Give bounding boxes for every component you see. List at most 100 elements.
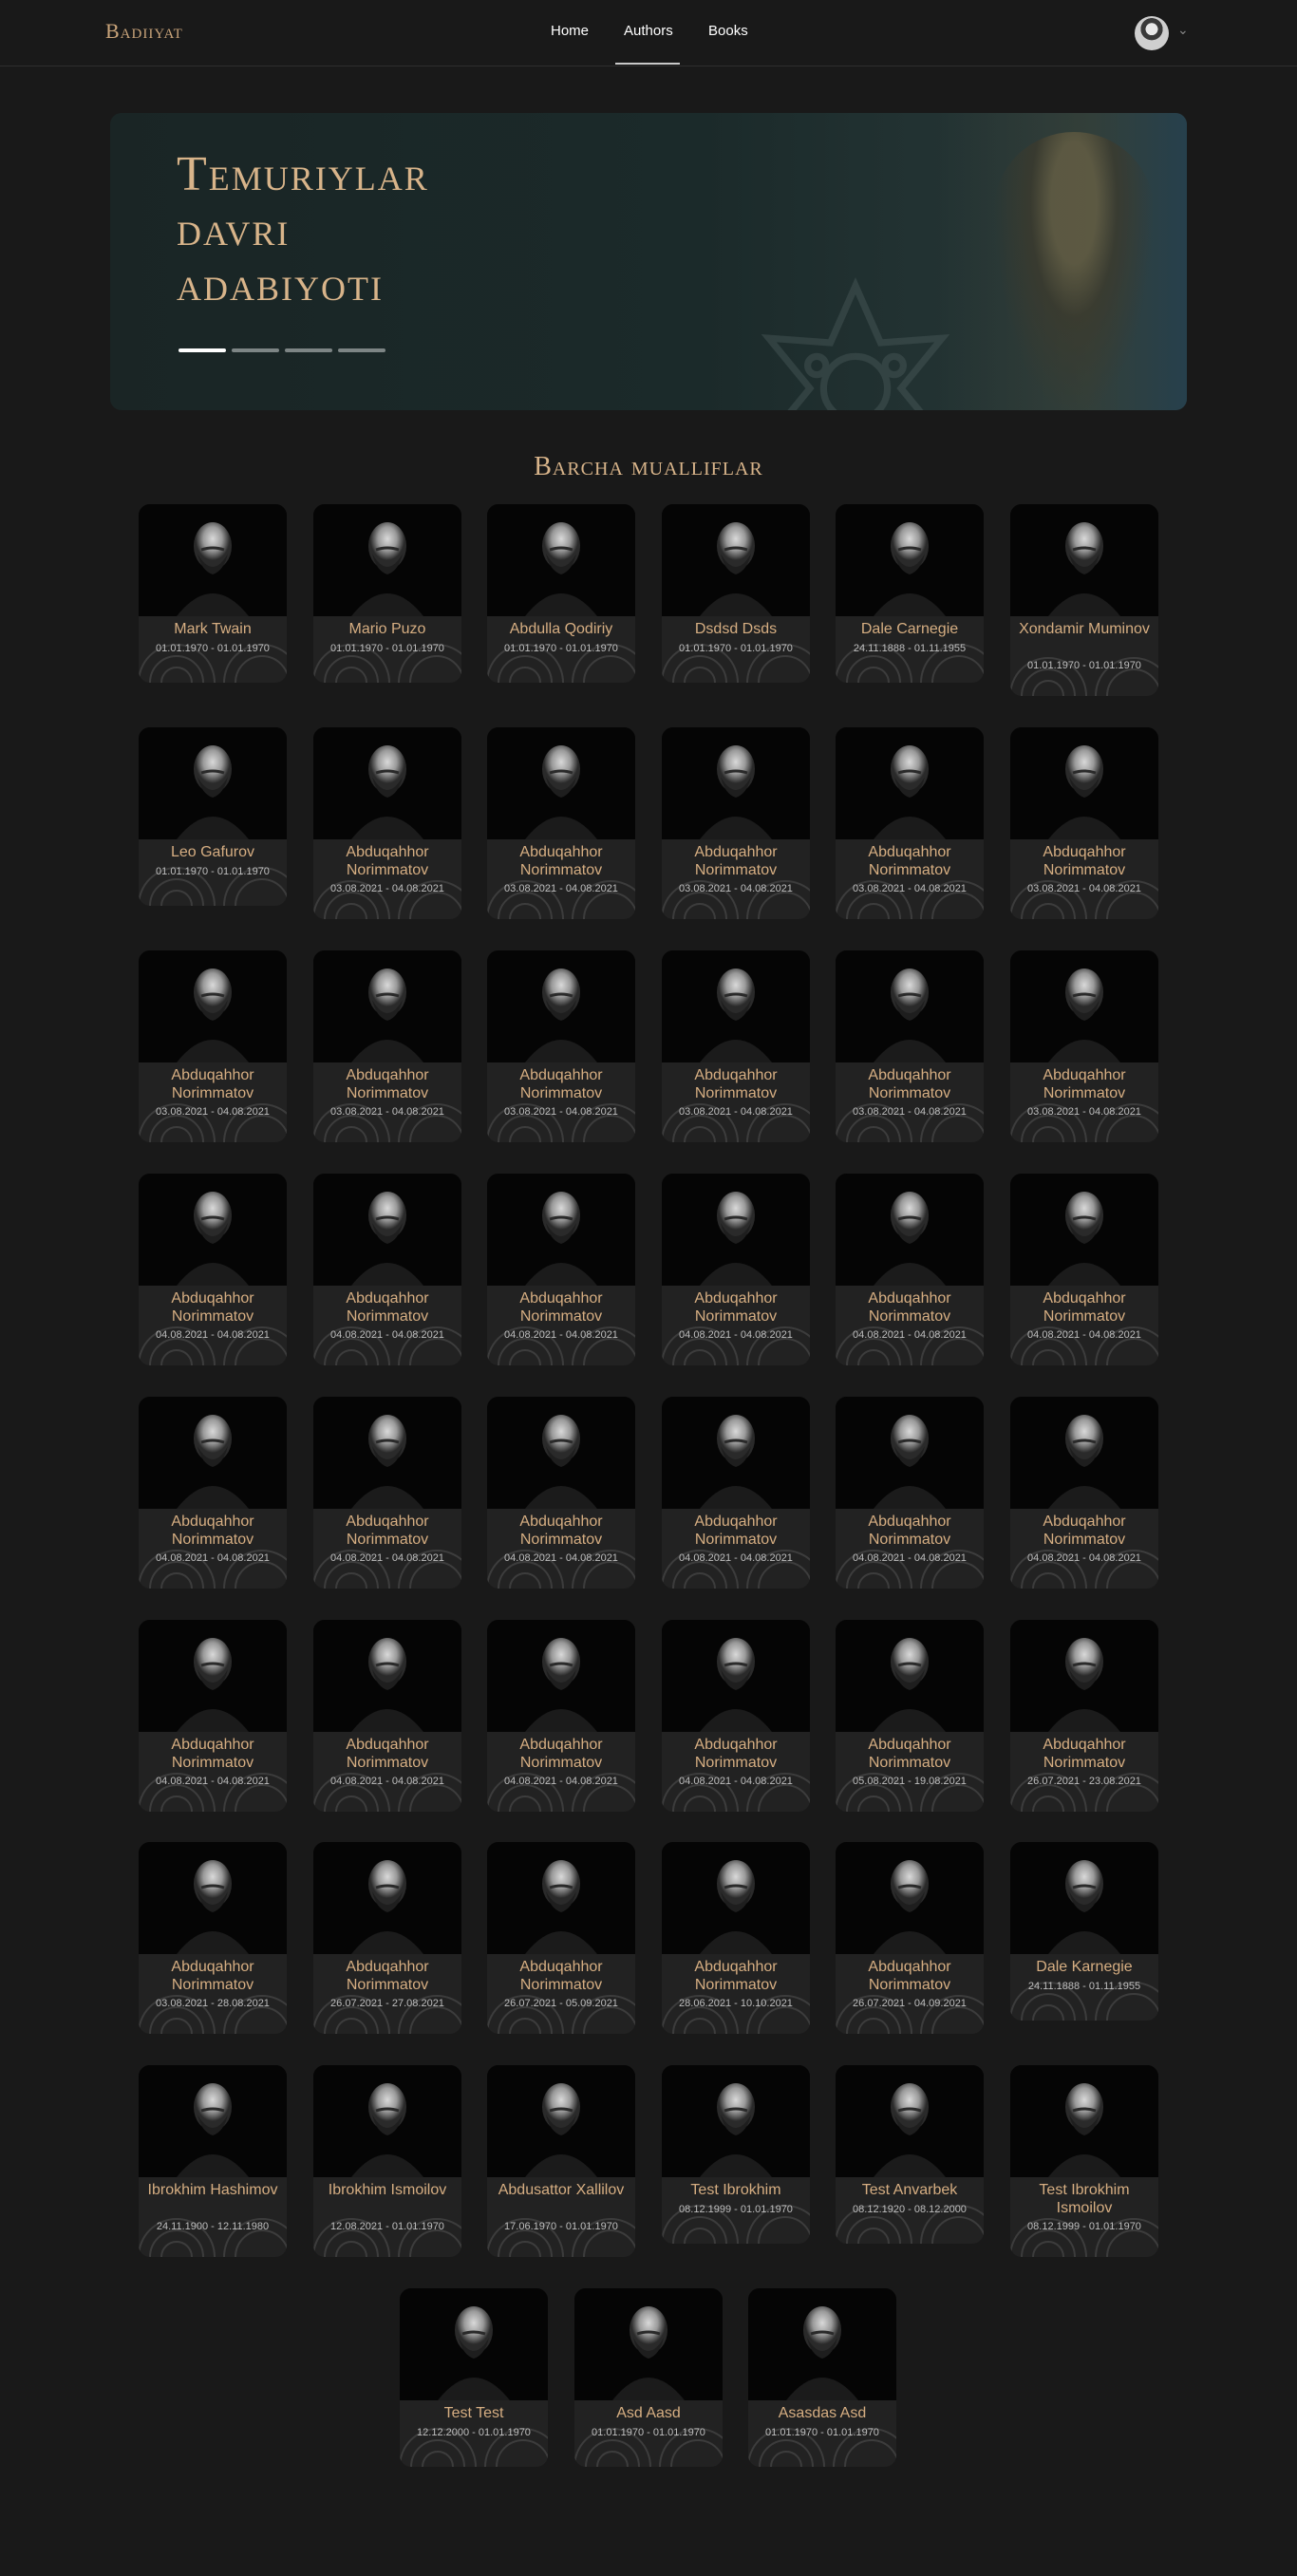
author-photo [487, 1620, 635, 1732]
author-name: Abduqahhor Norimmatov [171, 1067, 254, 1101]
author-name: Mark Twain [174, 621, 252, 637]
author-photo [313, 1620, 461, 1732]
author-card[interactable]: Abduqahhor Norimmatov 28.06.2021 - 10.10.… [662, 1842, 810, 2034]
author-card[interactable]: Mark Twain 01.01.1970 - 01.01.1970 [139, 504, 287, 683]
author-name: Abduqahhor Norimmatov [171, 1290, 254, 1325]
author-card[interactable]: Test Test 12.12.2000 - 01.01.1970 [400, 2288, 548, 2467]
author-card[interactable]: Abduqahhor Norimmatov 04.08.2021 - 04.08.… [139, 1174, 287, 1365]
author-card[interactable]: Abduqahhor Norimmatov 03.08.2021 - 04.08.… [1010, 950, 1158, 1142]
author-name: Abduqahhor Norimmatov [694, 1737, 778, 1771]
author-card[interactable]: Abduqahhor Norimmatov 04.08.2021 - 04.08.… [139, 1620, 287, 1812]
author-card[interactable]: Mario Puzo 01.01.1970 - 01.01.1970 [313, 504, 461, 683]
author-card[interactable]: Abduqahhor Norimmatov 03.08.2021 - 04.08.… [662, 950, 810, 1142]
author-photo [1010, 1174, 1158, 1286]
author-card[interactable]: Abduqahhor Norimmatov 03.08.2021 - 04.08.… [836, 950, 984, 1142]
author-card[interactable]: Xondamir Muminov 01.01.1970 - 01.01.1970 [1010, 504, 1158, 696]
author-card[interactable]: Abduqahhor Norimmatov 04.08.2021 - 04.08.… [139, 1397, 287, 1589]
author-dates: 24.11.1900 - 12.11.1980 [156, 2221, 270, 2232]
author-card[interactable]: Abduqahhor Norimmatov 04.08.2021 - 04.08.… [487, 1397, 635, 1589]
author-name: Abduqahhor Norimmatov [694, 844, 778, 878]
author-card[interactable]: Ibrokhim Ismoilov 12.08.2021 - 01.01.1970 [313, 2065, 461, 2257]
author-card[interactable]: Abduqahhor Norimmatov 03.08.2021 - 04.08.… [313, 950, 461, 1142]
author-name: Abduqahhor Norimmatov [868, 1067, 951, 1101]
author-card[interactable]: Abduqahhor Norimmatov 03.08.2021 - 04.08.… [487, 727, 635, 919]
author-card[interactable]: Abduqahhor Norimmatov 26.07.2021 - 04.09.… [836, 1842, 984, 2034]
author-card[interactable]: Abduqahhor Norimmatov 04.08.2021 - 04.08.… [313, 1174, 461, 1365]
author-card[interactable]: Asd Aasd 01.01.1970 - 01.01.1970 [574, 2288, 723, 2467]
author-card[interactable]: Abduqahhor Norimmatov 26.07.2021 - 23.08.… [1010, 1620, 1158, 1812]
author-card[interactable]: Abduqahhor Norimmatov 03.08.2021 - 04.08.… [662, 727, 810, 919]
author-photo [662, 1174, 810, 1286]
author-photo [1010, 504, 1158, 616]
author-card[interactable]: Abdulla Qodiriy 01.01.1970 - 01.01.1970 [487, 504, 635, 683]
author-name: Abduqahhor Norimmatov [1043, 1514, 1126, 1548]
author-card[interactable]: Test Ibrokhim 08.12.1999 - 01.01.1970 [662, 2065, 810, 2244]
author-card[interactable]: Abduqahhor Norimmatov 03.08.2021 - 28.08.… [139, 1842, 287, 2034]
author-dates: 26.07.2021 - 04.09.2021 [853, 1998, 967, 2009]
author-dates: 03.08.2021 - 04.08.2021 [330, 1106, 444, 1118]
author-card[interactable]: Test Anvarbek 08.12.1920 - 08.12.2000 [836, 2065, 984, 2244]
author-card[interactable]: Dsdsd Dsds 01.01.1970 - 01.01.1970 [662, 504, 810, 683]
author-card[interactable]: Abduqahhor Norimmatov 04.08.2021 - 04.08.… [487, 1174, 635, 1365]
author-photo [662, 1842, 810, 1954]
author-dates: 08.12.1999 - 01.01.1970 [1027, 2221, 1141, 2232]
author-dates: 03.08.2021 - 04.08.2021 [679, 883, 793, 894]
author-dates: 28.06.2021 - 10.10.2021 [679, 1998, 793, 2009]
author-name: Ibrokhim Hashimov [147, 2182, 278, 2198]
author-card[interactable]: Abduqahhor Norimmatov 04.08.2021 - 04.08.… [1010, 1174, 1158, 1365]
author-card[interactable]: Abduqahhor Norimmatov 04.08.2021 - 04.08.… [836, 1397, 984, 1589]
author-card[interactable]: Abduqahhor Norimmatov 04.08.2021 - 04.08.… [662, 1620, 810, 1812]
author-name: Abduqahhor Norimmatov [346, 1737, 429, 1771]
author-photo [662, 2065, 810, 2177]
author-name: Xondamir Muminov [1019, 621, 1150, 637]
author-photo [139, 1174, 287, 1286]
author-card[interactable]: Abdusattor Xallilov 17.06.1970 - 01.01.19… [487, 2065, 635, 2257]
author-photo [836, 1620, 984, 1732]
author-card[interactable]: Abduqahhor Norimmatov 26.07.2021 - 27.08.… [313, 1842, 461, 2034]
author-card[interactable]: Test Ibrokhim Ismoilov 08.12.1999 - 01.01… [1010, 2065, 1158, 2257]
author-card[interactable]: Abduqahhor Norimmatov 05.08.2021 - 19.08.… [836, 1620, 984, 1812]
author-name: Abduqahhor Norimmatov [519, 1067, 603, 1101]
author-name: Abduqahhor Norimmatov [868, 1514, 951, 1548]
author-photo [574, 2288, 723, 2400]
author-photo [1010, 2065, 1158, 2177]
author-photo [487, 1397, 635, 1509]
author-card[interactable]: Abduqahhor Norimmatov 26.07.2021 - 05.09.… [487, 1842, 635, 2034]
author-photo [139, 950, 287, 1062]
author-photo [662, 1397, 810, 1509]
author-name: Asd Aasd [616, 2405, 681, 2421]
author-dates: 04.08.2021 - 04.08.2021 [853, 1329, 967, 1341]
author-card[interactable]: Dale Karnegie 24.11.1888 - 01.11.1955 [1010, 1842, 1158, 2021]
author-name: Dsdsd Dsds [694, 621, 778, 637]
author-card[interactable]: Dale Carnegie 24.11.1888 - 01.11.1955 [836, 504, 984, 683]
author-photo [1010, 727, 1158, 839]
author-dates: 04.08.2021 - 04.08.2021 [679, 1552, 793, 1564]
author-card[interactable]: Abduqahhor Norimmatov 04.08.2021 - 04.08.… [313, 1397, 461, 1589]
author-card[interactable]: Asasdas Asd 01.01.1970 - 01.01.1970 [748, 2288, 896, 2467]
author-photo [139, 2065, 287, 2177]
author-card[interactable]: Abduqahhor Norimmatov 03.08.2021 - 04.08.… [1010, 727, 1158, 919]
author-card[interactable]: Abduqahhor Norimmatov 03.08.2021 - 04.08.… [487, 950, 635, 1142]
author-card[interactable]: Abduqahhor Norimmatov 04.08.2021 - 04.08.… [313, 1620, 461, 1812]
author-card[interactable]: Abduqahhor Norimmatov 04.08.2021 - 04.08.… [836, 1174, 984, 1365]
author-photo [313, 727, 461, 839]
author-photo [662, 727, 810, 839]
author-name: Abduqahhor Norimmatov [1043, 1737, 1126, 1771]
author-card[interactable]: Abduqahhor Norimmatov 04.08.2021 - 04.08.… [487, 1620, 635, 1812]
author-card[interactable]: Abduqahhor Norimmatov 03.08.2021 - 04.08.… [836, 727, 984, 919]
author-card[interactable]: Abduqahhor Norimmatov 04.08.2021 - 04.08.… [662, 1397, 810, 1589]
author-name: Abduqahhor Norimmatov [519, 1959, 603, 1993]
author-card[interactable]: Abduqahhor Norimmatov 03.08.2021 - 04.08.… [313, 727, 461, 919]
author-photo [662, 504, 810, 616]
author-photo [487, 727, 635, 839]
author-card[interactable]: Abduqahhor Norimmatov 04.08.2021 - 04.08.… [662, 1174, 810, 1365]
author-card[interactable]: Ibrokhim Hashimov 24.11.1900 - 12.11.1980 [139, 2065, 287, 2257]
author-name: Abduqahhor Norimmatov [519, 1290, 603, 1325]
author-name: Abduqahhor Norimmatov [868, 844, 951, 878]
author-name: Abduqahhor Norimmatov [171, 1737, 254, 1771]
author-card[interactable]: Abduqahhor Norimmatov 04.08.2021 - 04.08.… [1010, 1397, 1158, 1589]
author-dates: 26.07.2021 - 27.08.2021 [330, 1998, 444, 2009]
author-card[interactable]: Abduqahhor Norimmatov 03.08.2021 - 04.08.… [139, 950, 287, 1142]
author-name: Abduqahhor Norimmatov [519, 1514, 603, 1548]
author-card[interactable]: Leo Gafurov 01.01.1970 - 01.01.1970 [139, 727, 287, 906]
